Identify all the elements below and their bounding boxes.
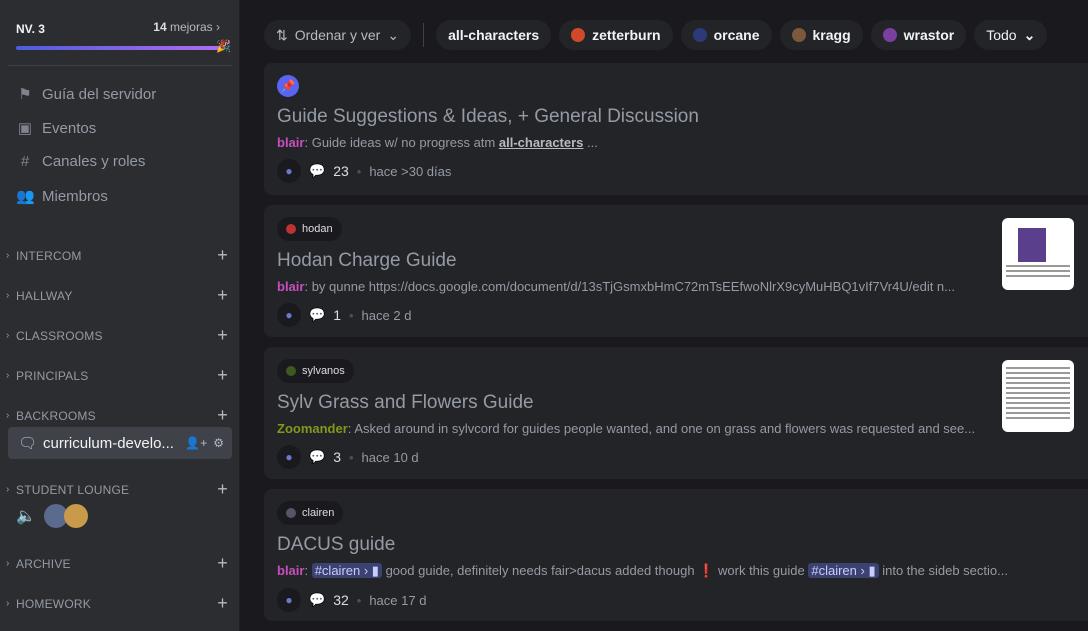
channel-mention[interactable]: #clairen › ▮ <box>311 563 382 578</box>
add-channel-icon[interactable]: + <box>217 553 228 574</box>
avatar: ● <box>277 445 301 469</box>
tag-filter-orcane[interactable]: orcane <box>680 20 772 50</box>
voice-channel[interactable]: 🔈 <box>16 504 88 528</box>
nav-server-guide[interactable]: ⚑ Guía del servidor <box>16 85 156 104</box>
chevron-right-icon: › <box>6 484 10 495</box>
chevron-down-icon: ⌄ <box>387 26 400 43</box>
category-classrooms[interactable]: › CLASSROOMS + <box>6 325 228 346</box>
divider <box>8 65 232 66</box>
nav-members[interactable]: 👥 Miembros <box>16 187 108 206</box>
pin-icon: 📌 <box>277 75 299 97</box>
category-homework[interactable]: › HOMEWORK + <box>6 593 228 614</box>
zetterburn-icon <box>571 28 586 42</box>
add-channel-icon[interactable]: + <box>217 479 228 500</box>
category-archive[interactable]: › ARCHIVE + <box>6 553 228 574</box>
category-hallway[interactable]: › HALLWAY + <box>6 285 228 306</box>
add-channel-icon[interactable]: + <box>217 325 228 346</box>
add-channel-icon[interactable]: + <box>217 245 228 266</box>
boost-count[interactable]: 14 mejoras › <box>153 20 220 34</box>
party-popper-icon: 🎉 <box>216 39 231 53</box>
speaker-icon: 🔈 <box>16 508 36 525</box>
forum-filters: ⇅ Ordenar y ver ⌄ all-characters zetterbur… <box>264 20 1048 50</box>
channel-sidebar: NV. 3 14 mejoras › 🎉 ⚑ Guía del servidor … <box>0 0 240 631</box>
add-channel-icon[interactable]: + <box>217 285 228 306</box>
members-icon: 👥 <box>16 188 35 205</box>
boost-progress-bar <box>16 46 221 50</box>
forum-post[interactable]: clairen DACUS guide blair: #clairen › ▮ … <box>264 489 1088 621</box>
gear-icon[interactable]: ⚙ <box>213 436 224 450</box>
chevron-right-icon: › <box>6 410 10 421</box>
tag-filter-all[interactable]: Todo ⌄ <box>974 20 1048 50</box>
forum-post[interactable]: 📌 Guide Suggestions & Ideas, + General D… <box>264 63 1088 195</box>
tag-filter-kragg[interactable]: kragg <box>779 20 863 50</box>
post-tag: clairen <box>277 501 344 525</box>
channels-roles-icon: # <box>20 153 30 170</box>
chevron-right-icon: › <box>6 598 10 609</box>
post-preview: Zoomander: Asked around in sylvcord for … <box>277 421 976 436</box>
comment-icon: 💬 <box>309 307 326 322</box>
tag-filter-zetterburn[interactable]: zetterburn <box>559 20 673 50</box>
server-boost-progress[interactable]: NV. 3 14 mejoras › 🎉 <box>16 20 231 53</box>
divider <box>423 23 425 47</box>
sort-icon: ⇅ <box>276 26 288 43</box>
post-preview: blair: Guide ideas w/ no progress atm al… <box>277 135 598 150</box>
forum-main: ⇅ Ordenar y ver ⌄ all-characters zetterbur… <box>241 0 1088 631</box>
boost-level: NV. 3 <box>16 22 45 36</box>
exclamation-icon: ❗ <box>698 563 715 578</box>
post-title: Guide Suggestions & Ideas, + General Dis… <box>277 106 699 127</box>
category-principals[interactable]: › PRINCIPALS + <box>6 365 228 386</box>
chevron-right-icon: › <box>6 558 10 569</box>
forum-post[interactable]: sylvanos Sylv Grass and Flowers Guide Zo… <box>264 347 1088 479</box>
add-channel-icon[interactable]: + <box>217 365 228 386</box>
comment-icon: 💬 <box>309 449 326 464</box>
avatar: ● <box>277 159 301 183</box>
post-title: DACUS guide <box>277 534 396 555</box>
kragg-icon <box>791 28 806 42</box>
post-title: Sylv Grass and Flowers Guide <box>277 392 534 413</box>
post-tag: hodan <box>277 217 342 241</box>
add-channel-icon[interactable]: + <box>217 593 228 614</box>
category-backrooms[interactable]: › BACKROOMS + <box>6 405 228 426</box>
avatar: ● <box>277 588 301 612</box>
post-preview: blair: by qunne https://docs.google.com/… <box>277 279 955 294</box>
tag-filter-wrastor[interactable]: wrastor <box>870 20 967 50</box>
signpost-icon: ⚑ <box>18 86 32 103</box>
post-preview: blair: #clairen › ▮ good guide, definite… <box>277 563 1008 578</box>
calendar-icon: ▣ <box>17 120 33 137</box>
chevron-right-icon: › <box>6 290 10 301</box>
post-thumbnail[interactable] <box>1002 360 1074 432</box>
nav-channels-roles[interactable]: # Canales y roles <box>16 153 146 170</box>
chevron-right-icon: › <box>6 250 10 261</box>
invite-icon[interactable]: 👤+ <box>185 436 207 450</box>
post-tag: sylvanos <box>277 359 354 383</box>
channel-mention[interactable]: #clairen › ▮ <box>808 563 879 578</box>
wrastor-icon <box>882 28 897 42</box>
comment-icon: 💬 <box>309 592 326 607</box>
avatar[interactable] <box>63 504 88 528</box>
channel-link[interactable]: all-characters <box>499 135 584 150</box>
orcane-icon <box>692 28 707 42</box>
chevron-right-icon: › <box>6 330 10 341</box>
channel-curriculum-development[interactable]: 🗨 curriculum-develo... 👤+ ⚙ <box>8 427 232 459</box>
category-student-lounge[interactable]: › STUDENT LOUNGE + <box>6 479 228 500</box>
forum-post[interactable]: hodan Hodan Charge Guide blair: by qunne… <box>264 205 1088 337</box>
avatar: ● <box>277 303 301 327</box>
forum-icon: 🗨 <box>18 435 38 452</box>
sort-view-button[interactable]: ⇅ Ordenar y ver ⌄ <box>264 20 412 50</box>
comment-icon: 💬 <box>309 163 326 178</box>
chevron-right-icon: › <box>6 370 10 381</box>
post-title: Hodan Charge Guide <box>277 250 457 271</box>
chevron-down-icon: ⌄ <box>1023 26 1036 43</box>
add-channel-icon[interactable]: + <box>217 405 228 426</box>
post-thumbnail[interactable] <box>1002 218 1074 290</box>
tag-filter-all-characters[interactable]: all-characters <box>436 20 552 50</box>
category-intercom[interactable]: › INTERCOM + <box>6 245 228 266</box>
nav-events[interactable]: ▣ Eventos <box>16 119 96 138</box>
